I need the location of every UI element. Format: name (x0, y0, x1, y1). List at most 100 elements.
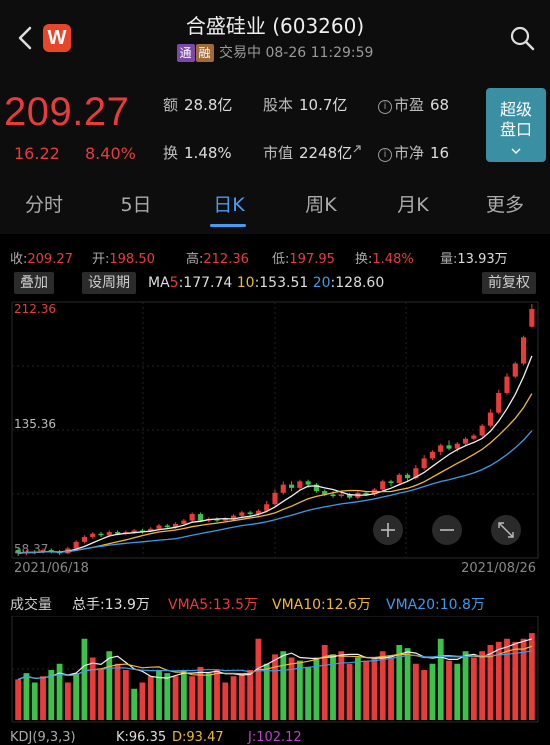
volume-bar (388, 657, 394, 720)
set-period-button[interactable]: 设周期 (82, 272, 136, 294)
candlestick-chart[interactable]: 212.36 135.36 58.37 (0, 296, 550, 586)
candle-body (181, 520, 187, 524)
volume-bar (520, 638, 527, 720)
high-value: 212.36 (203, 252, 249, 267)
stock-title: 合盛硅业 (603260) (185, 14, 365, 38)
margin-tag-tong: 通 (176, 44, 195, 62)
volume-bar (446, 660, 452, 720)
volume-bar (379, 651, 386, 720)
candle-body (280, 484, 286, 493)
tab-intraday[interactable]: 分时 (4, 190, 84, 217)
adjust-button[interactable]: 前复权 (482, 272, 536, 294)
volume-bar (528, 633, 535, 720)
volume-bar (98, 670, 104, 720)
volume-bar (280, 651, 287, 720)
turnover-value: 1.48% (184, 144, 232, 162)
candle-body (405, 474, 411, 479)
amount-stat: 额 28.8亿 (163, 94, 232, 115)
pe-stat[interactable]: i 市盈 68 (378, 94, 449, 115)
volume-bar (73, 673, 80, 720)
tab-daily-k[interactable]: 日K (189, 190, 269, 217)
tab-weekly-k[interactable]: 周K (281, 190, 361, 217)
vol-label: 量: (440, 252, 458, 267)
fullscreen-button[interactable] (491, 515, 521, 545)
turn-label: 换: (355, 252, 373, 267)
volume-bar (180, 670, 187, 720)
ma-prefix: MA (148, 275, 170, 291)
candle-body (429, 451, 435, 459)
volume-bar (114, 663, 121, 720)
candle-body (396, 474, 402, 483)
pb-label: 市净 (394, 144, 425, 162)
kdj-d: D:93.47 (172, 730, 224, 745)
volume-total: 总手:13.9万 (72, 597, 150, 613)
turn-value: 1.48% (372, 252, 414, 267)
volume-bar (139, 682, 146, 720)
trading-status: 交易中 (219, 45, 261, 61)
zoom-in-button[interactable] (373, 515, 403, 545)
close-label: 收: (10, 252, 28, 267)
volume-bar (371, 657, 378, 720)
tab-more[interactable]: 更多 (465, 190, 545, 217)
vol-value: 13.93万 (457, 252, 508, 267)
tab-monthly-k[interactable]: 月K (373, 190, 453, 217)
candle-body (239, 512, 245, 516)
volume-bar (238, 673, 245, 720)
volume-bar (404, 648, 411, 720)
volume-bar (247, 670, 254, 720)
search-icon[interactable] (508, 24, 536, 52)
volume-bar (15, 679, 22, 720)
low-stat: 低:197.95 (272, 248, 335, 267)
volume-bar (346, 663, 353, 720)
close-stat: 收:209.27 (10, 248, 73, 267)
end-date-label: 2021/08/26 (461, 561, 536, 576)
open-label: 开: (92, 252, 110, 267)
info-icon: i (378, 148, 392, 162)
volume-bar (363, 660, 370, 720)
start-date-label: 2021/06/18 (14, 561, 89, 576)
volume-bar (205, 673, 212, 720)
candle-body (471, 435, 477, 439)
candle-body (512, 363, 518, 377)
overlay-button[interactable]: 叠加 (14, 272, 54, 294)
info-icon: i (378, 100, 392, 114)
zoom-out-button[interactable] (432, 515, 462, 545)
ma10-key: 10 (236, 275, 255, 291)
pe-value: 68 (430, 96, 450, 114)
tab-5day[interactable]: 5日 (96, 190, 176, 217)
super-orderbook-button[interactable]: 超级 盘口 (486, 88, 546, 162)
ma-values: MA5:177.74 10:153.51 20:128.60 (148, 275, 384, 291)
turnover-label: 换 (163, 144, 179, 162)
candle-body (106, 532, 112, 536)
candle-body (504, 376, 510, 393)
volume-bar (272, 654, 278, 720)
ma10-value: :153.51 (254, 275, 309, 291)
super-orderbook-line2: 盘口 (499, 120, 532, 139)
mktcap-value: 2248亿 (299, 144, 353, 162)
volume-bar (222, 682, 229, 720)
volume-title: 成交量 (10, 597, 52, 613)
volume-bar (64, 682, 71, 720)
candle-body (487, 412, 493, 426)
capital-label: 股本 (263, 96, 294, 114)
pb-stat[interactable]: i 市净 16 (378, 142, 449, 163)
turnover-stat: 换 1.48% (163, 142, 232, 163)
open-stat: 开:198.50 (92, 248, 155, 267)
volume-bar (89, 657, 96, 720)
ma20-key: 20 (312, 275, 331, 291)
low-value: 197.95 (289, 252, 335, 267)
high-stat: 高:212.36 (186, 248, 249, 267)
volume-bar (305, 666, 312, 720)
period-tabs: 分时 5日 日K 周K 月K 更多 (0, 174, 550, 234)
candle-body (197, 514, 203, 521)
candle-body (496, 392, 502, 413)
y-high-label: 212.36 (14, 302, 56, 316)
candle-body (90, 533, 96, 537)
kdj-j: J:102.12 (248, 730, 302, 745)
volume-chart[interactable] (0, 616, 550, 726)
volume-bar (164, 673, 171, 720)
volume-bar (214, 670, 220, 720)
volume-bar (255, 638, 262, 720)
vma20-value: VMA20:10.8万 (386, 597, 485, 613)
expand-arrow-icon (353, 145, 361, 153)
